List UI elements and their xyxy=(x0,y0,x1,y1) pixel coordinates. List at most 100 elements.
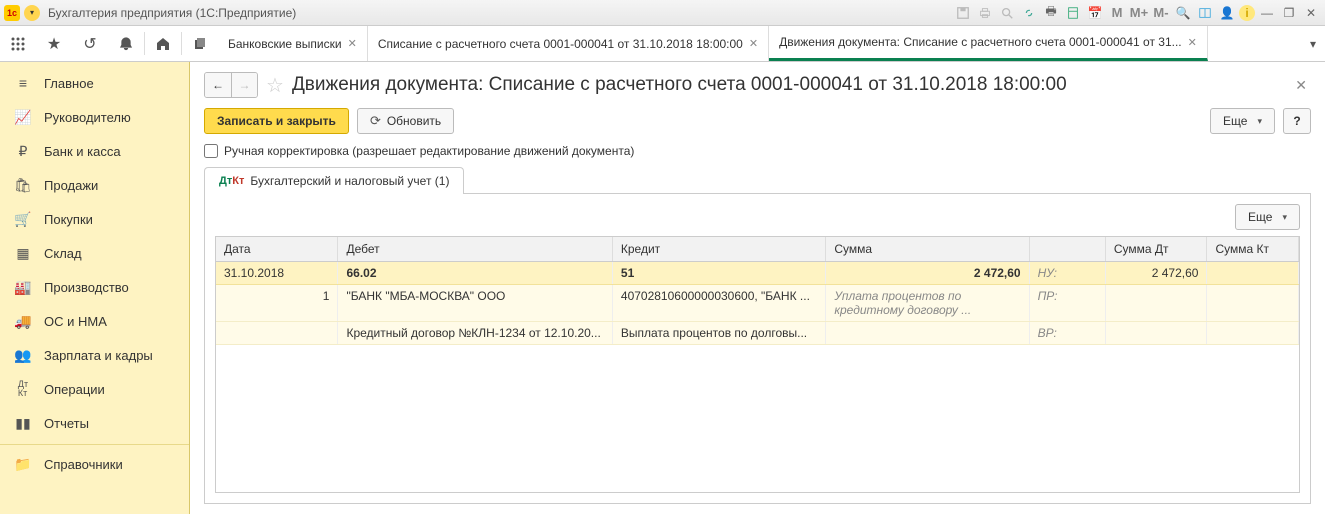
sidebar-item-label: Продажи xyxy=(44,178,98,193)
memory-mminus[interactable]: M- xyxy=(1151,3,1171,23)
more-button[interactable]: Еще xyxy=(1210,108,1275,134)
ruble-icon: ₽ xyxy=(14,142,32,160)
sidebar-item-label: Производство xyxy=(44,280,129,295)
col-date[interactable]: Дата xyxy=(216,237,338,262)
history-icon[interactable]: ↺ xyxy=(72,26,108,61)
sidebar-item-sales[interactable]: 🛍Продажи xyxy=(0,168,189,202)
save-icon[interactable] xyxy=(953,3,973,23)
help-button[interactable]: ? xyxy=(1283,108,1311,134)
docs-icon[interactable] xyxy=(182,26,218,61)
col-credit[interactable]: Кредит xyxy=(612,237,825,262)
sidebar-item-label: Покупки xyxy=(44,212,93,227)
col-sumdt[interactable]: Сумма Дт xyxy=(1105,237,1207,262)
window-minimize[interactable]: — xyxy=(1257,3,1277,23)
sidebar-item-label: Склад xyxy=(44,246,82,261)
tab-label: Банковские выписки xyxy=(228,37,342,51)
cell-tag: ПР: xyxy=(1029,285,1105,322)
panels-icon[interactable] xyxy=(1195,3,1215,23)
tab-movements[interactable]: Движения документа: Списание с расчетног… xyxy=(769,26,1208,61)
dtkt-icon: ДᴛКᴛ xyxy=(219,175,244,187)
cell-tag: НУ: xyxy=(1029,262,1105,285)
close-icon[interactable]: ✕ xyxy=(348,37,357,50)
manual-edit-label: Ручная корректировка (разрешает редактир… xyxy=(224,144,634,158)
apps-icon[interactable] xyxy=(0,26,36,61)
sidebar-item-manager[interactable]: 📈Руководителю xyxy=(0,100,189,134)
close-icon[interactable]: ✕ xyxy=(749,37,758,50)
cell-sumdt xyxy=(1105,285,1207,322)
cell-tag: ВР: xyxy=(1029,322,1105,345)
tab-writeoff-doc[interactable]: Списание с расчетного счета 0001-000041 … xyxy=(368,26,769,61)
sidebar-item-salary[interactable]: 👥 Зарплата и кадры xyxy=(0,338,189,372)
app-menu-dropdown[interactable]: ▾ xyxy=(24,5,40,21)
home-icon[interactable] xyxy=(145,26,181,61)
manual-edit-checkbox[interactable] xyxy=(204,144,218,158)
save-and-close-button[interactable]: Записать и закрыть xyxy=(204,108,349,134)
sidebar-item-production[interactable]: 🏭 Производство xyxy=(0,270,189,304)
search-icon[interactable] xyxy=(997,3,1017,23)
folder-icon: 📁 xyxy=(14,455,32,473)
cell-debit: "БАНК "МБА-МОСКВА" ООО xyxy=(338,285,612,322)
button-label: Еще xyxy=(1223,114,1247,128)
nav-buttons: ← → xyxy=(204,72,258,98)
sidebar-item-purchases[interactable]: 🛒Покупки xyxy=(0,202,189,236)
favorite-icon[interactable]: ★ xyxy=(36,26,72,61)
sidebar-item-stock[interactable]: ▦Склад xyxy=(0,236,189,270)
sidebar-item-operations[interactable]: ДтКтОперации xyxy=(0,372,189,406)
zoom-icon[interactable]: 🔍 xyxy=(1173,3,1193,23)
cell-credit: 40702810600000030600, "БАНК ... xyxy=(612,285,825,322)
button-label: ? xyxy=(1293,114,1300,128)
close-page-button[interactable]: ✕ xyxy=(1291,73,1311,98)
accounting-tab[interactable]: ДᴛКᴛ Бухгалтерский и налоговый учет (1) xyxy=(204,167,464,194)
calendar-icon[interactable]: 📅 xyxy=(1085,3,1105,23)
cell-date: 31.10.2018 xyxy=(216,262,338,285)
cell-credit: Выплата процентов по долговы... xyxy=(612,322,825,345)
link-icon[interactable] xyxy=(1019,3,1039,23)
memory-m[interactable]: M xyxy=(1107,3,1127,23)
sidebar-item-bank[interactable]: ₽Банк и касса xyxy=(0,134,189,168)
sidebar-item-assets[interactable]: 🚚ОС и НМА xyxy=(0,304,189,338)
info-icon[interactable]: i xyxy=(1239,5,1255,21)
sidebar-item-label: Отчеты xyxy=(44,416,89,431)
cell-sumdt: 2 472,60 xyxy=(1105,262,1207,285)
window-restore[interactable]: ❐ xyxy=(1279,3,1299,23)
grid-more-button[interactable]: Еще xyxy=(1235,204,1300,230)
sidebar-item-label: Операции xyxy=(44,382,105,397)
entries-grid[interactable]: Дата Дебет Кредит Сумма Сумма Дт Сумма К… xyxy=(215,236,1300,493)
calc-icon[interactable] xyxy=(1063,3,1083,23)
table-row[interactable]: 1 "БАНК "МБА-МОСКВА" ООО 407028106000000… xyxy=(216,285,1299,322)
sidebar-item-main[interactable]: ≡Главное xyxy=(0,66,189,100)
favorite-toggle[interactable]: ☆ xyxy=(266,73,284,98)
table-row[interactable]: 31.10.2018 66.02 51 2 472,60 НУ: 2 472,6… xyxy=(216,262,1299,285)
button-label: Еще xyxy=(1248,210,1272,224)
cell-sum xyxy=(826,322,1029,345)
col-debit[interactable]: Дебет xyxy=(338,237,612,262)
print2-icon[interactable]: 🖶 xyxy=(1041,3,1061,23)
cell-credit: 51 xyxy=(612,262,825,285)
sidebar-item-label: Зарплата и кадры xyxy=(44,348,153,363)
sidebar-item-catalogs[interactable]: 📁 Справочники xyxy=(0,444,189,481)
cell-sum: Уплата процентов по кредитному договору … xyxy=(826,285,1029,322)
user-icon[interactable]: 👤 xyxy=(1217,3,1237,23)
memory-mplus[interactable]: M+ xyxy=(1129,3,1149,23)
button-label: Обновить xyxy=(387,114,441,128)
close-icon[interactable]: ✕ xyxy=(1188,36,1197,49)
window-title: Бухгалтерия предприятия (1С:Предприятие) xyxy=(48,6,296,20)
sidebar-item-label: Справочники xyxy=(44,457,123,472)
bars-icon: ▮▮ xyxy=(14,414,32,432)
col-sum[interactable]: Сумма xyxy=(826,237,1029,262)
col-sumkt[interactable]: Сумма Кт xyxy=(1207,237,1299,262)
tab-bank-statements[interactable]: Банковские выписки ✕ xyxy=(218,26,368,61)
bell-icon[interactable] xyxy=(108,26,144,61)
people-icon: 👥 xyxy=(14,346,32,364)
cell-sumkt xyxy=(1207,262,1299,285)
tabs-more-dropdown[interactable]: ▾ xyxy=(1301,26,1325,61)
nav-forward-button[interactable]: → xyxy=(231,73,257,97)
window-close[interactable]: ✕ xyxy=(1301,3,1321,23)
nav-back-button[interactable]: ← xyxy=(205,73,231,97)
factory-icon: 🏭 xyxy=(14,278,32,296)
sidebar-item-reports[interactable]: ▮▮ Отчеты xyxy=(0,406,189,440)
refresh-button[interactable]: ⟳Обновить xyxy=(357,108,454,134)
table-row[interactable]: Кредитный договор №КЛН-1234 от 12.10.20.… xyxy=(216,322,1299,345)
chart-icon: 📈 xyxy=(14,108,32,126)
print-icon[interactable] xyxy=(975,3,995,23)
